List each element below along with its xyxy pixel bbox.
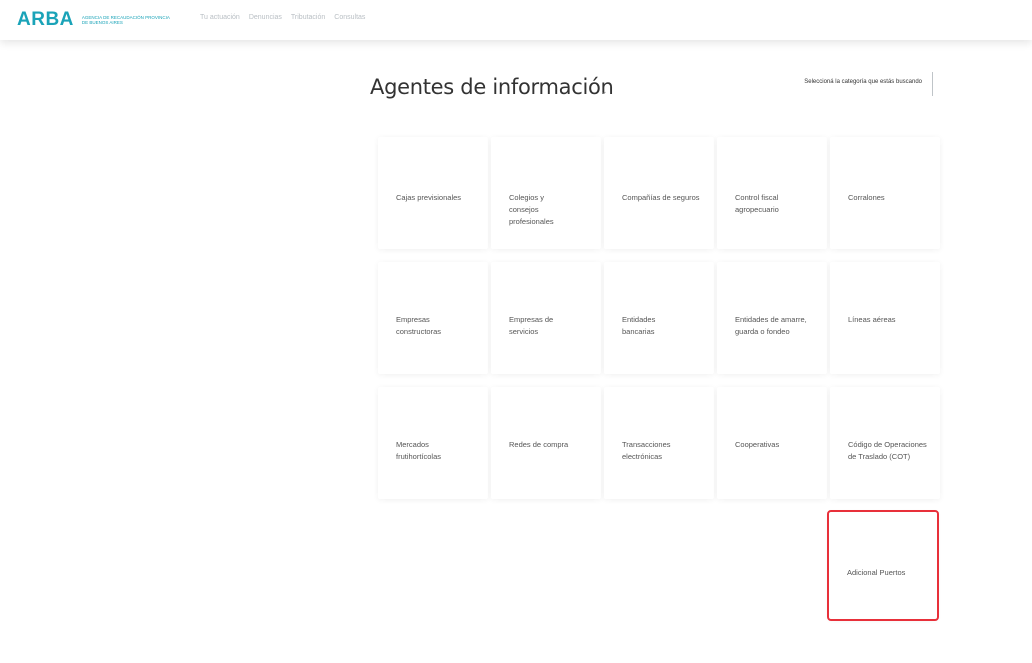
card-label: Adicional Puertos — [847, 568, 906, 577]
card-label: Líneas aéreas — [848, 315, 896, 324]
card-mercados-frutihorticolas[interactable]: Mercados frutihortícolas — [378, 387, 488, 499]
card-label: Redes de compra — [509, 440, 569, 449]
card-transacciones-electronicas[interactable]: Transacciones electrónicas — [604, 387, 714, 499]
card-label: Empresas constructoras — [396, 315, 442, 336]
card-label: Entidades de amarre, guarda o fondeo — [735, 315, 807, 336]
card-companias-seguros[interactable]: Compañías de seguros — [604, 137, 714, 249]
card-label: Cooperativas — [735, 440, 780, 449]
card-label: Mercados frutihortícolas — [396, 440, 442, 461]
card-label: Entidades bancarias — [622, 315, 656, 336]
card-label: Corralones — [848, 193, 885, 202]
card-empresas-servicios[interactable]: Empresas de servicios — [491, 262, 601, 374]
card-redes-compra[interactable]: Redes de compra — [491, 387, 601, 499]
card-label: Compañías de seguros — [622, 193, 700, 202]
card-cajas-previsionales[interactable]: Cajas previsionales — [378, 137, 488, 249]
card-corralones[interactable]: Corralones — [830, 137, 940, 249]
card-label: Empresas de servicios — [509, 315, 554, 336]
card-entidades-amarre[interactable]: Entidades de amarre, guarda o fondeo — [717, 262, 827, 374]
card-cooperativas[interactable]: Cooperativas — [717, 387, 827, 499]
card-colegios-consejos[interactable]: Colegios y consejos profesionales — [491, 137, 601, 249]
card-cot[interactable]: Código de Operaciones de Traslado (COT) — [830, 387, 940, 499]
card-lineas-aereas[interactable]: Líneas aéreas — [830, 262, 940, 374]
card-adicional-puertos[interactable]: Adicional Puertos — [827, 510, 939, 621]
card-label: Cajas previsionales — [396, 193, 462, 202]
card-entidades-bancarias[interactable]: Entidades bancarias — [604, 262, 714, 374]
card-label: Código de Operaciones de Traslado (COT) — [848, 440, 927, 461]
card-label: Colegios y consejos profesionales — [509, 193, 554, 226]
card-control-fiscal[interactable]: Control fiscal agropecuario — [717, 137, 827, 249]
category-grid: Cajas previsionales Colegios y consejos … — [0, 0, 1032, 663]
card-label: Control fiscal agropecuario — [735, 193, 779, 214]
card-empresas-constructoras[interactable]: Empresas constructoras — [378, 262, 488, 374]
card-label: Transacciones electrónicas — [622, 440, 671, 461]
